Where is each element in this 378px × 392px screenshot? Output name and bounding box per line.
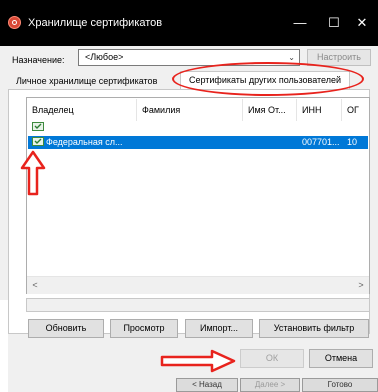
purpose-select[interactable]: <Любое> ⌄ xyxy=(78,49,300,66)
background-window-edge xyxy=(0,300,8,392)
title-bar[interactable]: Хранилище сертификатов — ☐ ✕ xyxy=(0,0,378,46)
table-row-selected[interactable]: Федеральная сл... 007701... 10 xyxy=(28,136,368,149)
table-row[interactable] xyxy=(28,121,368,134)
tab-other-users-certificates[interactable]: Сертификаты других пользователей xyxy=(180,71,350,89)
tab-personal-store[interactable]: Личное хранилище сертификатов xyxy=(16,73,176,89)
close-button[interactable]: ✕ xyxy=(346,8,378,38)
cell-ogrn: 10 xyxy=(347,137,358,147)
scroll-left-arrow-icon[interactable]: < xyxy=(27,277,43,294)
purpose-label: Назначение: xyxy=(12,55,65,65)
certificate-list[interactable]: Владелец Фамилия Имя От... ИНН ОГ Федера… xyxy=(26,97,370,294)
set-filter-button[interactable]: Установить фильтр xyxy=(259,319,369,338)
cancel-button[interactable]: Отмена xyxy=(309,349,373,368)
view-button[interactable]: Просмотр xyxy=(110,319,178,338)
certificate-store-dialog: Хранилище сертификатов — ☐ ✕ Назначение:… xyxy=(0,0,378,392)
annotation-arrow-right-icon xyxy=(160,349,236,373)
column-header-owner[interactable]: Владелец xyxy=(27,99,137,121)
purpose-select-value: <Любое> xyxy=(85,52,124,62)
column-header-ogrn[interactable]: ОГ xyxy=(342,99,369,121)
certificate-icon xyxy=(32,137,44,146)
cell-inn: 007701... xyxy=(302,137,340,147)
wizard-buttons-behind: < Назад Далее > Готово xyxy=(176,378,378,392)
column-header-surname[interactable]: Фамилия xyxy=(137,99,243,121)
status-bar xyxy=(26,298,370,312)
certificate-icon xyxy=(32,122,44,131)
app-icon xyxy=(8,16,21,29)
chevron-down-icon: ⌄ xyxy=(288,53,295,62)
ok-button[interactable]: ОК xyxy=(240,349,304,368)
import-button[interactable]: Импорт... xyxy=(185,319,253,338)
refresh-button[interactable]: Обновить xyxy=(28,319,104,338)
column-header-name[interactable]: Имя От... xyxy=(243,99,297,121)
annotation-arrow-up-icon xyxy=(20,150,46,196)
scroll-right-arrow-icon[interactable]: > xyxy=(353,277,369,294)
cell-owner: Федеральная сл... xyxy=(46,137,123,147)
window-title: Хранилище сертификатов xyxy=(28,17,163,29)
configure-button[interactable]: Настроить xyxy=(307,49,371,66)
done-button[interactable]: Готово xyxy=(302,378,378,392)
column-header-inn[interactable]: ИНН xyxy=(297,99,342,121)
horizontal-scrollbar[interactable]: < > xyxy=(27,276,369,294)
back-button[interactable]: < Назад xyxy=(176,378,238,392)
next-button[interactable]: Далее > xyxy=(240,378,300,392)
